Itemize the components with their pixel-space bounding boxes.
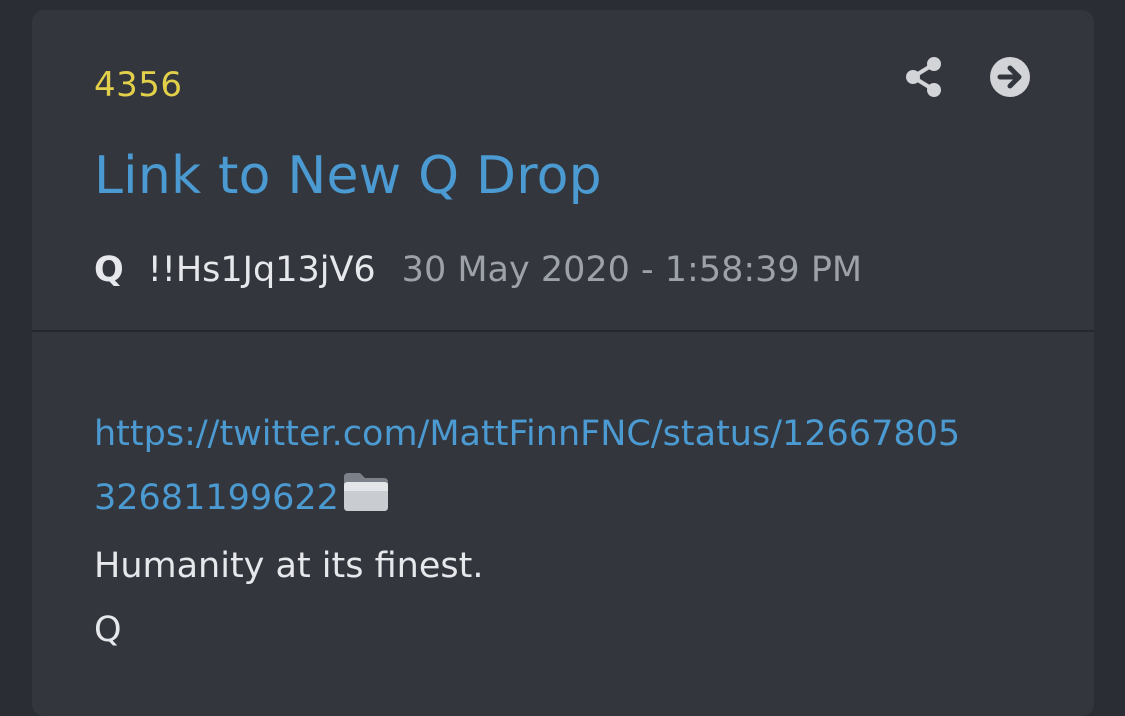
post-card: 4356 Link to New Q Drop Q !!Hs1Jq13jV6 3… — [32, 10, 1094, 716]
divider — [32, 330, 1094, 332]
twitter-link[interactable]: https://twitter.com/MattFinnFNC/status/1… — [94, 414, 960, 454]
author-name: Q — [94, 250, 124, 290]
post-meta: Q !!Hs1Jq13jV6 30 May 2020 - 1:58:39 PM — [94, 250, 862, 290]
post-actions — [902, 55, 1032, 99]
post-timestamp: 30 May 2020 - 1:58:39 PM — [401, 250, 863, 290]
arrow-circle-right-icon — [990, 57, 1030, 97]
twitter-link-continued[interactable]: 32681199622 — [94, 478, 339, 518]
post-number: 4356 — [94, 65, 183, 105]
signature: Q — [94, 610, 122, 650]
author-tripcode: !!Hs1Jq13jV6 — [147, 250, 376, 290]
link-line-2: 32681199622 — [94, 466, 1044, 534]
body-text: Humanity at its finest. — [94, 546, 484, 586]
share-button[interactable] — [902, 55, 946, 99]
open-post-button[interactable] — [988, 55, 1032, 99]
link-line-1: https://twitter.com/MattFinnFNC/status/1… — [94, 402, 1044, 466]
folder-icon[interactable] — [341, 469, 391, 534]
post-body: https://twitter.com/MattFinnFNC/status/1… — [94, 402, 1044, 662]
share-icon — [906, 57, 941, 97]
post-title-link[interactable]: Link to New Q Drop — [94, 146, 602, 206]
